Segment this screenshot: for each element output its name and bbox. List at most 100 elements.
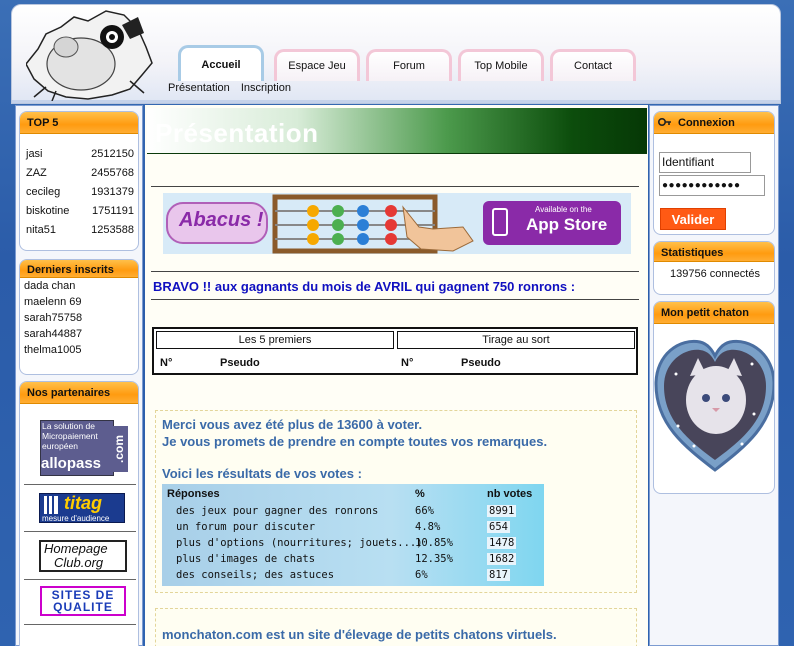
valider-button[interactable]: Valider bbox=[660, 208, 726, 230]
vote-results-table: Réponses % nb votes des jeux pour gagner… bbox=[162, 484, 544, 586]
statistiques-box: Statistiques 139756 connectés bbox=[653, 241, 775, 295]
top5-name[interactable]: cecileg bbox=[26, 182, 86, 201]
header-frame: Accueil Espace Jeu Forum Top Mobile Cont… bbox=[11, 4, 781, 104]
homepage-text: Homepage Club.org bbox=[44, 542, 108, 570]
page-title: Présentation bbox=[155, 118, 319, 148]
homepage-line: Club.org bbox=[54, 555, 104, 570]
top5-score: 2455768 bbox=[91, 166, 134, 179]
homepage-club-banner[interactable]: Homepage Club.org bbox=[39, 540, 127, 572]
connexion-box: Connexion Identifiant ●●●●●●●●●●●● Valid… bbox=[653, 111, 775, 235]
winners-pseudo-header: Pseudo bbox=[220, 357, 260, 369]
derniers-inscrits-box: Derniers inscrits dada chan maelenn 69 s… bbox=[19, 259, 139, 375]
inscrit-item[interactable]: dada chan bbox=[20, 278, 138, 294]
result-label: plus d'images de chats bbox=[176, 553, 316, 565]
left-sidebar: TOP 5 jasi 2512150 ZAZ 2455768 cecileg 1931… bbox=[15, 105, 143, 646]
derniers-inscrits-title: Derniers inscrits bbox=[20, 260, 138, 278]
connexion-title: Connexion bbox=[678, 117, 735, 129]
tab-forum[interactable]: Forum bbox=[366, 49, 452, 81]
identifiant-input[interactable]: Identifiant bbox=[659, 152, 751, 173]
right-sidebar: Connexion Identifiant ●●●●●●●●●●●● Valid… bbox=[649, 105, 779, 646]
subnav-presentation-link[interactable]: Présentation bbox=[168, 82, 230, 94]
main-content: Présentation Abacus ! Available on the A… bbox=[145, 105, 648, 646]
statistiques-title: Statistiques bbox=[654, 242, 774, 262]
site-logo-cat-icon[interactable] bbox=[26, 9, 154, 101]
inscrit-item[interactable]: sarah44887 bbox=[20, 326, 138, 342]
allopass-text: La solution de Micropaiement européen bbox=[42, 421, 98, 451]
inscrit-item[interactable]: sarah75758 bbox=[20, 310, 138, 326]
result-label: des jeux pour gagner des ronrons bbox=[176, 505, 379, 517]
connected-count: 139756 connectés bbox=[670, 268, 760, 280]
tab-contact[interactable]: Contact bbox=[550, 49, 636, 81]
appstore-small: Available on the bbox=[535, 205, 592, 214]
allopass-line: européen bbox=[42, 441, 78, 451]
result-label: un forum pour discuter bbox=[176, 521, 316, 533]
tab-top-mobile[interactable]: Top Mobile bbox=[458, 49, 544, 81]
inscrit-item[interactable]: thelma1005 bbox=[20, 342, 138, 358]
inscrit-item[interactable]: maelenn 69 bbox=[20, 294, 138, 310]
col-reponses: Réponses bbox=[167, 488, 220, 500]
abacus-brand: Abacus ! bbox=[179, 209, 264, 231]
top5-name[interactable]: jasi bbox=[26, 144, 86, 163]
divider bbox=[151, 271, 639, 272]
winners-table: Les 5 premiers Tirage au sort N° Pseudo … bbox=[152, 327, 638, 375]
divider bbox=[151, 299, 639, 300]
top5-name[interactable]: biskotine bbox=[26, 201, 86, 220]
top5-name[interactable]: ZAZ bbox=[26, 163, 86, 182]
top5-row: biskotine 1751191 bbox=[26, 201, 134, 220]
top5-table: jasi 2512150 ZAZ 2455768 cecileg 1931379 bi… bbox=[26, 144, 134, 239]
col-nb-votes: nb votes bbox=[487, 488, 533, 500]
top5-title: TOP 5 bbox=[20, 112, 138, 134]
allopass-line: Micropaiement bbox=[42, 431, 98, 441]
top5-score: 1253588 bbox=[91, 223, 134, 236]
top5-name[interactable]: nita51 bbox=[26, 220, 86, 239]
tab-accueil[interactable]: Accueil bbox=[178, 45, 264, 81]
winners-col-tirage: Tirage au sort bbox=[397, 331, 635, 349]
vote-thanks: Merci vous avez été plus de 13600 à vote… bbox=[162, 417, 423, 432]
result-count: 1478 bbox=[487, 537, 517, 549]
page-title-bar: Présentation bbox=[147, 108, 647, 154]
winners-n-header: N° bbox=[160, 357, 173, 369]
site-description: monchaton.com est un site d'élevage de p… bbox=[162, 627, 557, 642]
result-pct: 6% bbox=[415, 569, 428, 581]
result-count: 817 bbox=[487, 569, 510, 581]
top5-box: TOP 5 jasi 2512150 ZAZ 2455768 cecileg 1931… bbox=[19, 111, 139, 251]
winners-announcement: BRAVO !! aux gagnants du mois de AVRIL q… bbox=[153, 279, 576, 294]
chaton-title: Mon petit chaton bbox=[654, 302, 774, 324]
tab-espace-jeu[interactable]: Espace Jeu bbox=[274, 49, 360, 81]
allopass-line: La solution de bbox=[42, 421, 95, 431]
top5-row: nita51 1253588 bbox=[26, 220, 134, 239]
appstore-big: App Store bbox=[526, 215, 608, 234]
kitten-heart-image[interactable] bbox=[654, 334, 775, 474]
top5-score: 1751191 bbox=[91, 204, 134, 217]
top5-score: 2512150 bbox=[91, 147, 134, 160]
result-count: 1682 bbox=[487, 553, 517, 565]
result-count: 654 bbox=[487, 521, 510, 533]
sites-line: QUALITE bbox=[53, 600, 113, 614]
tirage-pseudo-header: Pseudo bbox=[461, 357, 501, 369]
password-input[interactable]: ●●●●●●●●●●●● bbox=[659, 175, 765, 196]
inscrits-list: dada chan maelenn 69 sarah75758 sarah448… bbox=[20, 278, 138, 358]
partner-divider bbox=[24, 531, 136, 532]
top5-row: jasi 2512150 bbox=[26, 144, 134, 163]
partenaires-title: Nos partenaires bbox=[20, 382, 138, 404]
result-label: des conseils; des astuces bbox=[176, 569, 335, 581]
titag-sub: mesure d'audience bbox=[42, 514, 110, 523]
partenaires-box: Nos partenaires La solution de Micropaie… bbox=[19, 381, 139, 646]
sub-navigation: Présentation Inscription bbox=[168, 82, 299, 94]
titag-banner[interactable]: titag mesure d'audience bbox=[39, 493, 125, 523]
sites-qualite-banner[interactable]: SITES DE QUALITE bbox=[40, 586, 126, 616]
vote-results-panel: Merci vous avez été plus de 13600 à vote… bbox=[155, 410, 637, 593]
divider bbox=[151, 186, 639, 187]
allopass-banner[interactable]: La solution de Micropaiement européen al… bbox=[40, 420, 128, 476]
winners-col-premiers: Les 5 premiers bbox=[156, 331, 394, 349]
result-count: 8991 bbox=[487, 505, 517, 517]
result-pct: 10.85% bbox=[415, 537, 453, 549]
key-icon bbox=[657, 117, 671, 127]
result-pct: 4.8% bbox=[415, 521, 441, 533]
vote-results-title: Voici les résultats de vos votes : bbox=[162, 466, 362, 481]
allopass-com: .com bbox=[112, 426, 128, 472]
subnav-inscription-link[interactable]: Inscription bbox=[241, 82, 291, 94]
result-pct: 12.35% bbox=[415, 553, 453, 565]
result-pct: 66% bbox=[415, 505, 434, 517]
mon-petit-chaton-box: Mon petit chaton bbox=[653, 301, 775, 494]
